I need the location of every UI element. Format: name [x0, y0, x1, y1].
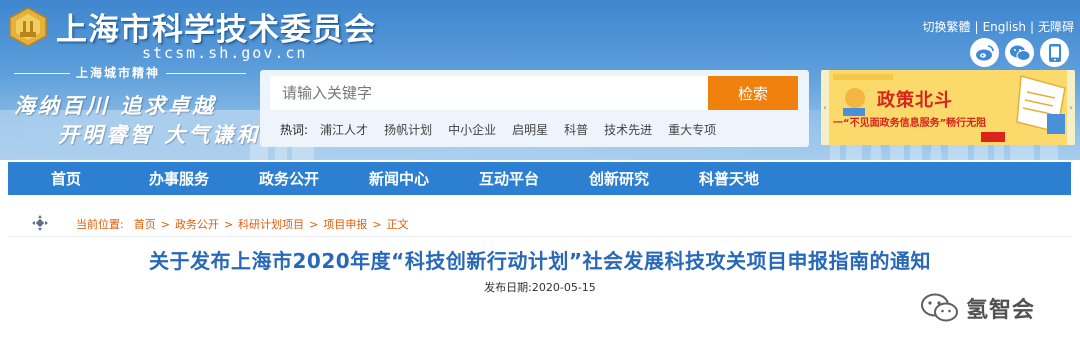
site-header: 上海市科学技术委员会 stcsm.sh.gov.cn 上海城市精神 海纳百川 追… [0, 0, 1080, 160]
breadcrumb-item-research-projects[interactable]: 科研计划项目 [238, 216, 304, 232]
banner-subtitle: 一“不见面政务信息服务”畅行无阻 [833, 118, 987, 129]
breadcrumb-item-open-government[interactable]: 政务公开 [175, 216, 219, 232]
wechat-button[interactable] [1005, 38, 1034, 67]
banner-prev-arrow[interactable]: ‹ [821, 70, 829, 145]
breadcrumb-item-home[interactable]: 首页 [134, 216, 156, 232]
breadcrumb-label: 当前位置: [76, 218, 124, 231]
city-spirit-title: 上海城市精神 [76, 66, 161, 80]
breadcrumb-separator: > [372, 217, 382, 231]
search-button[interactable]: 检索 [708, 76, 798, 110]
site-title: 上海市科学技术委员会 [56, 12, 376, 48]
hot-word-link[interactable]: 扬帆计划 [384, 121, 432, 138]
hot-word-link[interactable]: 中小企业 [448, 121, 496, 138]
city-spirit-line-2: 开明睿智 大气谦和 [58, 123, 261, 147]
wechat-icon [1009, 45, 1030, 61]
spirit-divider-left [14, 73, 70, 74]
policy-banner[interactable]: ‹ 政策北斗 一“不见面政务信息服务”畅行无阻 › [821, 70, 1075, 145]
hot-word-link[interactable]: 重大专项 [668, 121, 716, 138]
breadcrumb: 当前位置: 首页 > 政务公开 > 科研计划项目 > 项目申报 > 正文 [76, 216, 409, 232]
breadcrumb-separator: > [309, 217, 319, 231]
mobile-button[interactable] [1040, 38, 1069, 67]
traditional-chinese-link[interactable]: 切换繁體 [923, 18, 971, 35]
breadcrumb-item-project-application[interactable]: 项目申报 [323, 216, 367, 232]
breadcrumb-separator: > [160, 217, 170, 231]
wechat-logo-icon [921, 293, 958, 322]
hot-word-link[interactable]: 技术先进 [604, 121, 652, 138]
nav-item-home[interactable]: 首页 [8, 168, 124, 189]
mobile-icon [1048, 43, 1061, 62]
nav-item-science-popularization[interactable]: 科普天地 [674, 168, 784, 189]
city-spirit-line-1: 海纳百川 追求卓越 [14, 94, 217, 118]
publish-date: 发布日期:2020-05-15 [484, 281, 596, 294]
hot-word-link[interactable]: 科普 [564, 121, 588, 138]
english-link[interactable]: English [983, 20, 1026, 34]
search-panel: 检索 热词: 浦江人才 扬帆计划 中小企业 启明星 科普 技术先进 重大专项 [260, 70, 809, 147]
hot-word-link[interactable]: 启明星 [512, 121, 548, 138]
social-icons [970, 38, 1069, 67]
search-input[interactable] [270, 76, 708, 110]
hot-word-link[interactable]: 浦江人才 [320, 121, 368, 138]
breadcrumb-separator: > [223, 217, 234, 231]
hot-words: 热词: 浦江人才 扬帆计划 中小企业 启明星 科普 技术先进 重大专项 [280, 121, 732, 138]
banner-title: 政策北斗 [877, 90, 953, 111]
nav-item-open-government[interactable]: 政务公开 [234, 168, 344, 189]
weibo-icon [975, 44, 994, 60]
hot-words-label: 热词: [280, 123, 309, 137]
nav-item-interaction[interactable]: 互动平台 [454, 168, 564, 189]
accessibility-link[interactable]: 无障碍 [1038, 18, 1074, 35]
spirit-divider-right [166, 73, 246, 74]
site-domain: stcsm.sh.gov.cn [142, 44, 308, 62]
nav-item-research[interactable]: 创新研究 [564, 168, 674, 189]
nav-item-services[interactable]: 办事服务 [124, 168, 234, 189]
main-nav: 首页 办事服务 政务公开 新闻中心 互动平台 创新研究 科普天地 [8, 162, 1071, 195]
banner-next-arrow[interactable]: › [1067, 70, 1075, 145]
location-icon [32, 215, 48, 231]
article-title: 关于发布上海市2020年度“科技创新行动计划”社会发展科技攻关项目申报指南的通知 [149, 249, 931, 273]
weibo-button[interactable] [970, 38, 999, 67]
watermark-text: 氢智会 [966, 298, 1036, 323]
wechat-watermark: 氢智会 [920, 292, 1035, 324]
link-divider: | [974, 19, 979, 34]
breadcrumb-item-current: 正文 [386, 218, 409, 231]
top-links: 切换繁體 | English | 无障碍 [923, 18, 1074, 35]
nav-item-news[interactable]: 新闻中心 [344, 168, 454, 189]
government-emblem-logo [9, 7, 47, 47]
breadcrumb-bar: 当前位置: 首页 > 政务公开 > 科研计划项目 > 项目申报 > 正文 [8, 207, 1071, 237]
link-divider: | [1029, 19, 1034, 34]
